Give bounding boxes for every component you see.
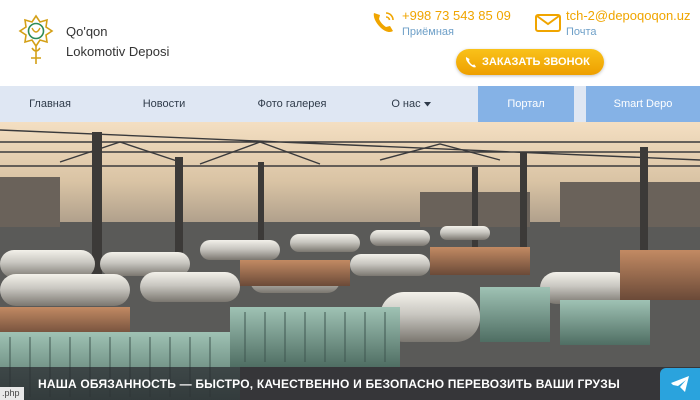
- nav-item-news[interactable]: Новости: [114, 86, 214, 122]
- order-call-label: ЗАКАЗАТЬ ЗВОНОК: [482, 56, 590, 68]
- rail-yard-image: [0, 122, 700, 400]
- nav-item-portal[interactable]: Портал: [478, 86, 574, 122]
- phone-label: Приёмная: [402, 26, 454, 38]
- email-label: Почта: [566, 26, 597, 38]
- caret-down-icon: [423, 101, 431, 107]
- email-address[interactable]: tch-2@depoqoqon.uz: [566, 8, 691, 23]
- phone-icon: [373, 12, 394, 32]
- telegram-button[interactable]: [660, 368, 700, 400]
- hero-caption-bar: НАША ОБЯЗАННОСТЬ — БЫСТРО, КАЧЕСТВЕННО И…: [0, 367, 700, 400]
- telegram-icon: [671, 376, 689, 392]
- site-header: Qo'qon Lokomotiv Deposi +998 73 543 85 0…: [0, 0, 700, 86]
- depot-logo[interactable]: [18, 14, 54, 66]
- brand-line-1: Qo'qon: [66, 24, 108, 39]
- main-nav: Главная Новости Фото галерея О нас Порта…: [0, 86, 700, 122]
- phone-icon: [465, 57, 476, 68]
- nav-item-photo-gallery[interactable]: Фото галерея: [240, 86, 344, 122]
- nav-item-smart-depo[interactable]: Smart Depo: [586, 86, 700, 122]
- order-call-button[interactable]: ЗАКАЗАТЬ ЗВОНОК: [456, 49, 604, 75]
- nav-item-about[interactable]: О нас: [376, 86, 446, 122]
- mail-icon: [535, 14, 561, 32]
- brand-line-2: Lokomotiv Deposi: [66, 44, 170, 59]
- nav-item-about-label: О нас: [391, 98, 421, 110]
- nav-item-home[interactable]: Главная: [0, 86, 100, 122]
- status-url-fragment: .php: [0, 387, 24, 400]
- phone-number[interactable]: +998 73 543 85 09: [402, 8, 511, 23]
- hero-banner: [0, 122, 700, 400]
- brand-name[interactable]: Qo'qon Lokomotiv Deposi: [66, 22, 169, 62]
- hero-caption: НАША ОБЯЗАННОСТЬ — БЫСТРО, КАЧЕСТВЕННО И…: [38, 377, 620, 391]
